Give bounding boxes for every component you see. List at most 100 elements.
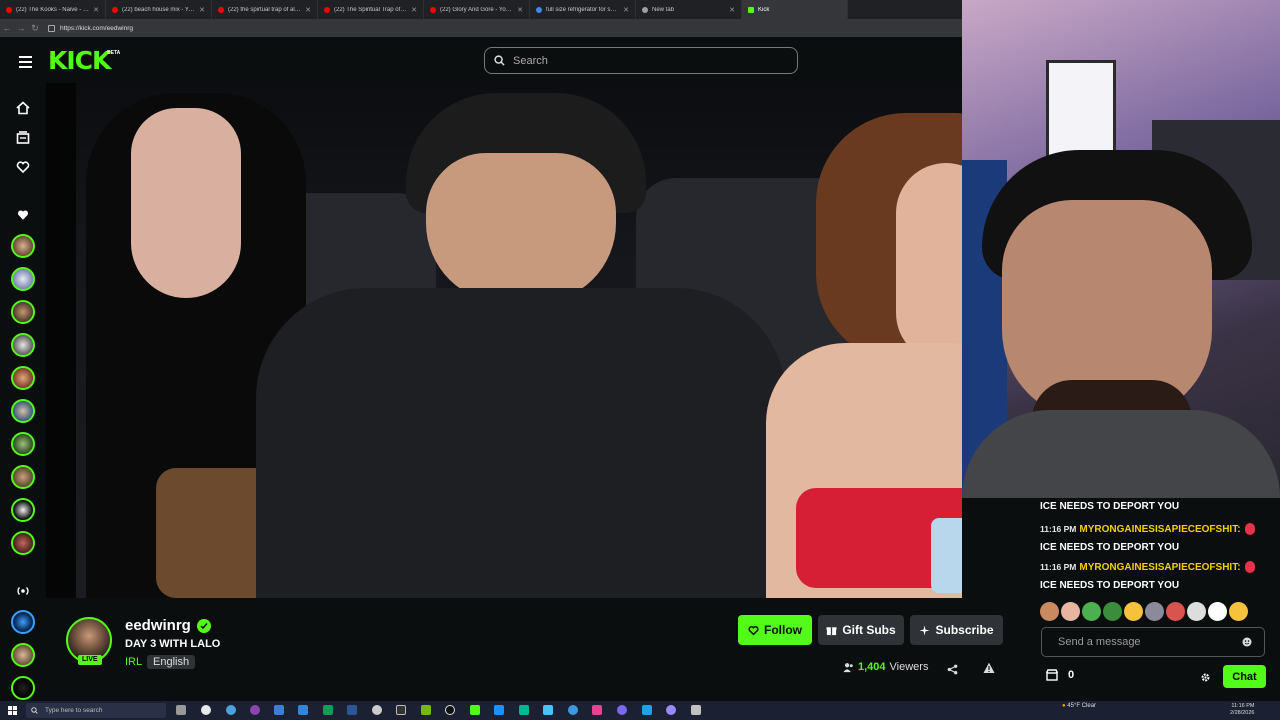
chat-username[interactable]: MYRONGAINESISAPIECEOFSHIT: (1079, 524, 1240, 535)
emote-icon[interactable] (1229, 602, 1248, 621)
gift-subs-button[interactable]: Gift Subs (818, 615, 904, 645)
browser-tab[interactable]: (22) the spirtual trap of alcohol - ✕ (212, 0, 318, 19)
browser-tab[interactable]: (22) Glory And Gore - YouTube✕ (424, 0, 530, 19)
video-player[interactable] (46, 83, 962, 598)
taskbar-search[interactable] (26, 703, 166, 718)
forward-icon[interactable]: → (14, 23, 28, 33)
close-icon[interactable]: ✕ (199, 6, 205, 14)
close-icon[interactable]: ✕ (623, 6, 629, 14)
weather-icon: ● (1062, 703, 1066, 709)
recommended-channel-avatar[interactable] (11, 676, 35, 700)
chat-send-button[interactable]: Chat (1223, 665, 1266, 688)
close-icon[interactable]: ✕ (517, 6, 523, 14)
app-icon[interactable] (617, 705, 627, 715)
app-icon[interactable] (642, 705, 652, 715)
app-icon[interactable] (568, 705, 578, 715)
close-icon[interactable]: ✕ (305, 6, 311, 14)
app-icon[interactable] (226, 705, 236, 715)
kick-logo[interactable]: KICK (48, 48, 111, 73)
followed-channel-avatar[interactable] (11, 432, 35, 456)
browser-tab[interactable]: New tab ✕ (636, 0, 742, 19)
app-icon[interactable] (666, 705, 676, 715)
clock[interactable]: 11:16 PM 2/28/2026 (1230, 703, 1254, 717)
back-icon[interactable]: ← (0, 23, 14, 33)
app-icon[interactable] (691, 705, 701, 715)
settings-icon[interactable] (1200, 670, 1211, 688)
channel-name[interactable]: eedwinrg (125, 617, 211, 634)
app-icon[interactable] (347, 705, 357, 715)
chat-input-box[interactable] (1041, 627, 1265, 657)
app-icon[interactable] (250, 705, 260, 715)
taskbar-search-input[interactable] (43, 706, 157, 715)
app-icon[interactable] (494, 705, 504, 715)
app-icon[interactable] (445, 705, 455, 715)
channel-points[interactable]: 0 (1046, 669, 1074, 681)
subscribe-button[interactable]: Subscribe (910, 615, 1003, 645)
close-icon[interactable]: ✕ (729, 6, 735, 14)
emote-icon[interactable] (1061, 602, 1080, 621)
site-header: KICK BETA (0, 37, 962, 83)
app-icon[interactable] (592, 705, 602, 715)
emote-icon[interactable] (1187, 602, 1206, 621)
followed-channel-avatar[interactable] (11, 267, 35, 291)
chat-message: 11:16 PM MYRONGAINESISAPIECEOFSHIT: ICE N… (1040, 558, 1270, 595)
app-icon[interactable] (519, 705, 529, 715)
emote-icon[interactable] (1082, 602, 1101, 621)
recommended-channel-avatar[interactable] (11, 610, 35, 634)
emoji-icon[interactable] (1242, 637, 1252, 647)
live-badge: LIVE (78, 655, 102, 665)
kick-app-icon[interactable] (470, 705, 480, 715)
app-icon[interactable] (298, 705, 308, 715)
share-icon[interactable] (947, 662, 958, 680)
browser-tab[interactable]: (22) beach house mix - YouTube✕ (106, 0, 212, 19)
weather-widget[interactable]: ● 45°F Clear (1062, 703, 1096, 709)
followed-channel-avatar[interactable] (11, 399, 35, 423)
app-icon[interactable] (421, 705, 431, 715)
following-icon[interactable] (15, 159, 31, 175)
language-tag[interactable]: English (147, 655, 196, 669)
browser-tab-active[interactable]: Kick (742, 0, 848, 19)
chat-message-input[interactable] (1056, 635, 1240, 649)
followed-channel-avatar[interactable] (11, 531, 35, 555)
app-icon[interactable] (323, 705, 333, 715)
beta-label: BETA (107, 50, 121, 56)
emote-icon[interactable] (1040, 602, 1059, 621)
task-view-icon[interactable] (176, 705, 186, 715)
followed-channel-avatar[interactable] (11, 498, 35, 522)
close-icon[interactable]: ✕ (411, 6, 417, 14)
stream-category[interactable]: IRL (125, 656, 142, 668)
menu-icon[interactable] (19, 56, 32, 71)
search-box[interactable] (484, 47, 798, 74)
url-field[interactable]: https://kick.com/eedwinrg (48, 24, 133, 32)
follow-button[interactable]: Follow (738, 615, 812, 645)
emote-icon[interactable] (1103, 602, 1122, 621)
home-icon[interactable] (15, 100, 31, 116)
browser-tab[interactable]: (22) The Kooks - Naive - YouTube✕ (0, 0, 106, 19)
emote-icon[interactable] (1208, 602, 1227, 621)
chat-username[interactable]: MYRONGAINESISAPIECEOFSHIT: (1079, 562, 1240, 573)
followed-channel-avatar[interactable] (11, 366, 35, 390)
app-icon[interactable] (201, 705, 211, 715)
reload-icon[interactable]: ↻ (28, 23, 42, 34)
app-icon[interactable] (274, 705, 284, 715)
app-icon[interactable] (543, 705, 553, 715)
close-icon[interactable]: ✕ (93, 6, 99, 14)
browser-tab[interactable]: (22) The Spiritual Trap of Alcohol | ✕ (318, 0, 424, 19)
recommended-channel-avatar[interactable] (11, 643, 35, 667)
emote-icon[interactable] (1166, 602, 1185, 621)
report-icon[interactable] (983, 661, 995, 679)
verified-icon (196, 618, 211, 633)
emote-icon[interactable] (1124, 602, 1143, 621)
followed-channel-avatar[interactable] (11, 300, 35, 324)
app-icon[interactable] (372, 705, 382, 715)
followed-channel-avatar[interactable] (11, 234, 35, 258)
browser-tab[interactable]: full size refrigerator for sale - Goo✕ (530, 0, 636, 19)
windows-start-icon[interactable] (8, 706, 17, 715)
emote-icon[interactable] (1145, 602, 1164, 621)
browse-icon[interactable] (15, 130, 31, 146)
followed-channel-avatar[interactable] (11, 333, 35, 357)
followed-channel-avatar[interactable] (11, 465, 35, 489)
search-input[interactable] (511, 53, 775, 68)
google-icon (536, 6, 542, 13)
app-icon[interactable] (396, 705, 406, 715)
